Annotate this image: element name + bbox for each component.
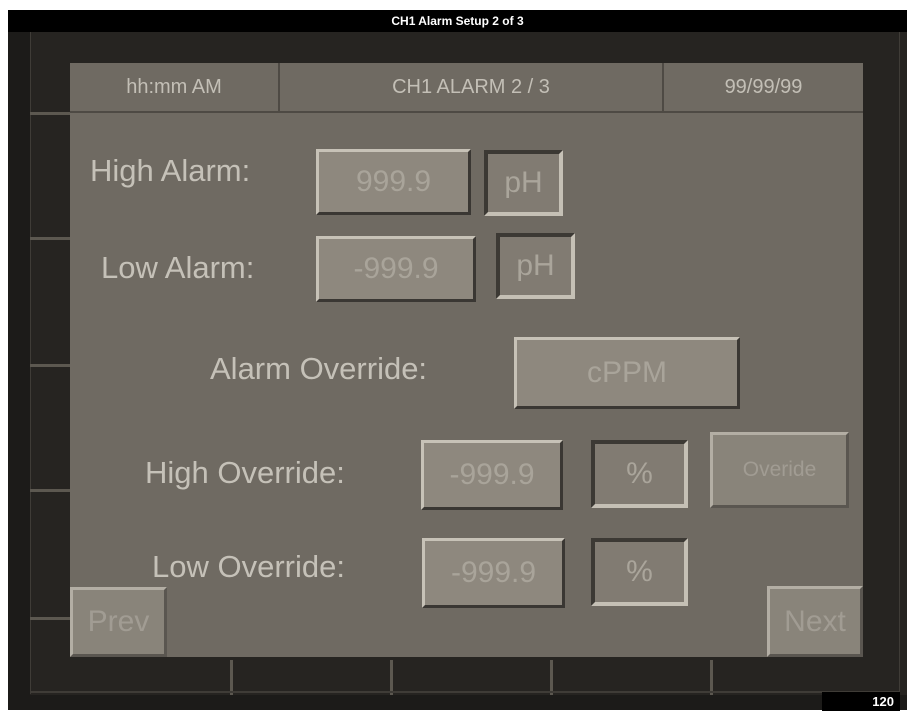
high-alarm-value-field[interactable]: 999.9 (316, 149, 471, 215)
screen-title: CH1 ALARM 2 / 3 (280, 63, 664, 111)
softkey-divider (30, 617, 70, 620)
next-button[interactable]: Next (767, 586, 863, 657)
softkey-divider (550, 660, 553, 695)
date-display: 99/99/99 (724, 75, 803, 98)
prev-button[interactable]: Prev (70, 587, 167, 657)
softkey-divider (30, 489, 70, 492)
high-override-label: High Override: (145, 455, 345, 490)
screen-counter: 120 (822, 692, 900, 711)
override-button[interactable]: Overide (710, 432, 849, 508)
bottom-border (30, 691, 900, 693)
softkey-divider (30, 237, 70, 240)
low-alarm-label: Low Alarm: (101, 250, 255, 285)
low-override-value-field[interactable]: -999.9 (422, 538, 565, 608)
high-override-value-field[interactable]: -999.9 (421, 440, 563, 510)
low-alarm-unit-field[interactable]: pH (496, 233, 575, 299)
softkey-divider (30, 112, 70, 115)
high-override-unit-field[interactable]: % (591, 440, 688, 508)
high-alarm-unit-field[interactable]: pH (484, 150, 563, 216)
softkey-divider (390, 660, 393, 695)
high-alarm-label: High Alarm: (90, 153, 251, 188)
softkey-divider (30, 364, 70, 367)
window-title: CH1 Alarm Setup 2 of 3 (8, 10, 907, 32)
low-alarm-value-field[interactable]: -999.9 (316, 236, 476, 302)
hmi-window: CH1 Alarm Setup 2 of 3 hh:mm AM CH1 ALAR… (8, 10, 907, 710)
alarm-override-label: Alarm Override: (210, 351, 428, 386)
header-bar: hh:mm AM CH1 ALARM 2 / 3 99/99/99 (70, 63, 863, 113)
alarm-override-select[interactable]: cPPM (514, 337, 740, 409)
low-override-label: Low Override: (152, 549, 345, 584)
low-override-unit-field[interactable]: % (591, 538, 688, 606)
softkey-divider (230, 660, 233, 695)
softkey-divider (710, 660, 713, 695)
time-display: hh:mm AM (70, 63, 280, 111)
alarm-setup-panel: hh:mm AM CH1 ALARM 2 / 3 99/99/99 High A… (70, 63, 863, 657)
